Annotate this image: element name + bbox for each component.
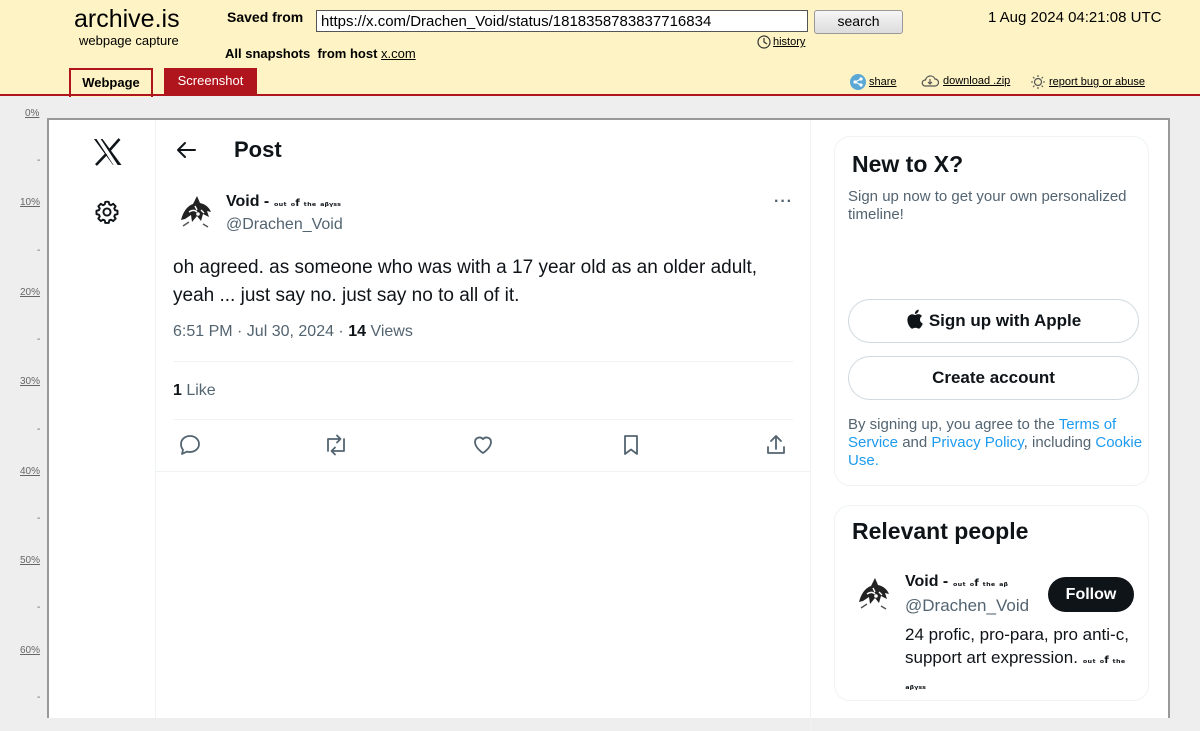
repost-icon[interactable] bbox=[323, 433, 349, 457]
likes-count: 1 bbox=[173, 382, 182, 399]
share-icon[interactable] bbox=[764, 433, 788, 457]
relevant-avatar[interactable] bbox=[851, 572, 895, 616]
terms-including: , including bbox=[1023, 434, 1096, 451]
terms-text: By signing up, you agree to the Terms of… bbox=[848, 416, 1143, 470]
url-input[interactable]: https://x.com/Drachen_Void/status/181835… bbox=[316, 10, 808, 32]
likes-link[interactable]: 1 Like bbox=[173, 382, 216, 400]
relevant-name-text: Void - bbox=[905, 573, 953, 590]
post-time[interactable]: 6:51 PM · Jul 30, 2024 · bbox=[173, 323, 348, 340]
download-link[interactable]: download .zip bbox=[920, 74, 1010, 88]
avatar[interactable] bbox=[173, 190, 217, 234]
ruler-dash: - bbox=[37, 424, 41, 435]
header-divider bbox=[0, 94, 1200, 96]
likes-label: Like bbox=[181, 382, 216, 399]
ruler-label[interactable]: 10% bbox=[20, 197, 40, 208]
search-button[interactable]: search bbox=[814, 10, 903, 34]
report-label: report bug or abuse bbox=[1049, 76, 1146, 88]
archive-header: archive.is webpage capture Saved from ht… bbox=[0, 0, 1200, 97]
ruler-label[interactable]: 40% bbox=[20, 466, 40, 477]
signup-text: Sign up now to get your own personalized… bbox=[848, 188, 1127, 223]
ruler-label[interactable]: 60% bbox=[20, 645, 40, 656]
ruler-dash: - bbox=[37, 334, 41, 345]
captured-page: Post Void - ₒᵤₜ ₒf ₜₕₑ ₐᵦᵧₛₛ @Drachen_Vo… bbox=[47, 118, 1170, 731]
ruler-label[interactable]: 20% bbox=[20, 287, 40, 298]
share-link[interactable]: share bbox=[850, 74, 897, 90]
apple-icon bbox=[907, 309, 923, 329]
relevant-name[interactable]: Void - ₒᵤₜ ₒf ₜₕₑ ₐᵦ bbox=[905, 573, 1008, 591]
reply-icon[interactable] bbox=[178, 433, 202, 457]
like-heart-icon[interactable] bbox=[471, 433, 495, 457]
privacy-link[interactable]: Privacy Policy bbox=[931, 434, 1023, 451]
author-name[interactable]: Void - ₒᵤₜ ₒf ₜₕₑ ₐᵦᵧₛₛ bbox=[226, 193, 341, 211]
ruler-dash: - bbox=[37, 692, 41, 703]
bookmark-icon[interactable] bbox=[619, 433, 643, 457]
relevant-people-card: Relevant people Void - ₒᵤₜ ₒf ₜₕₑ ₐᵦ @Dr… bbox=[834, 505, 1149, 701]
author-name-text: Void - bbox=[226, 193, 274, 210]
terms-and: and bbox=[898, 434, 932, 451]
terms-end: . bbox=[874, 452, 879, 469]
ruler-label[interactable]: 0% bbox=[25, 108, 39, 119]
saved-from-label: Saved from bbox=[227, 9, 304, 25]
signup-apple-label: Sign up with Apple bbox=[928, 311, 1082, 330]
post-meta: 6:51 PM · Jul 30, 2024 · 14 Views bbox=[173, 323, 413, 341]
divider bbox=[173, 361, 793, 362]
create-account-button[interactable]: Create account bbox=[848, 356, 1139, 400]
ruler-label[interactable]: 30% bbox=[20, 376, 40, 387]
dragon-avatar-icon bbox=[851, 572, 895, 616]
capture-date: 1 Aug 2024 04:21:08 UTC bbox=[988, 9, 1162, 26]
back-arrow-icon[interactable] bbox=[175, 140, 197, 160]
views-label: Views bbox=[366, 323, 413, 340]
post-column-empty bbox=[155, 471, 811, 731]
signup-card: New to X? Sign up now to get your own pe… bbox=[834, 136, 1149, 486]
ruler-dash: - bbox=[37, 155, 41, 166]
author-name-tail: ₒᵤₜ ₒf ₜₕₑ ₐᵦᵧₛₛ bbox=[273, 198, 341, 209]
post-column: Post Void - ₒᵤₜ ₒf ₜₕₑ ₐᵦᵧₛₛ @Drachen_Vo… bbox=[155, 120, 811, 472]
tab-webpage[interactable]: Webpage bbox=[69, 68, 153, 97]
terms-prefix: By signing up, you agree to the bbox=[848, 416, 1059, 433]
all-snapshots: All snapshots from host x.com bbox=[225, 46, 416, 61]
views-count: 14 bbox=[348, 323, 366, 340]
page-title: Post bbox=[234, 137, 282, 162]
ruler-dash: - bbox=[37, 513, 41, 524]
settings-gear-icon[interactable] bbox=[94, 199, 120, 225]
archive-logo[interactable]: archive.is bbox=[74, 5, 180, 34]
relevant-name-tail: ₒᵤₜ ₒf ₜₕₑ ₐᵦ bbox=[952, 578, 1008, 589]
cloud-download-icon bbox=[921, 75, 940, 87]
left-nav bbox=[49, 120, 156, 718]
signup-title: New to X? bbox=[852, 151, 964, 177]
host-link[interactable]: x.com bbox=[381, 46, 416, 61]
ruler-dash: - bbox=[37, 602, 41, 613]
relevant-title: Relevant people bbox=[852, 518, 1029, 544]
author-handle[interactable]: @Drachen_Void bbox=[226, 216, 343, 234]
post-text: oh agreed. as someone who was with a 17 … bbox=[173, 257, 758, 306]
clock-icon bbox=[757, 35, 771, 49]
history-link[interactable]: history bbox=[757, 35, 805, 49]
x-logo-icon[interactable] bbox=[93, 138, 123, 166]
relevant-bio: 24 profic, pro-para, pro anti-c, support… bbox=[905, 623, 1130, 698]
signup-apple-button[interactable]: Sign up with Apple bbox=[848, 299, 1139, 343]
follow-button[interactable]: Follow bbox=[1048, 577, 1134, 612]
relevant-handle[interactable]: @Drachen_Void bbox=[905, 596, 1029, 616]
share-label: share bbox=[869, 76, 897, 88]
divider bbox=[173, 419, 793, 420]
ruler-dash: - bbox=[37, 245, 41, 256]
bulb-icon bbox=[1031, 75, 1045, 89]
share-circle-icon bbox=[850, 74, 866, 90]
ruler-label[interactable]: 50% bbox=[20, 555, 40, 566]
tab-screenshot[interactable]: Screenshot bbox=[164, 68, 257, 95]
archive-logo-subtitle: webpage capture bbox=[79, 33, 179, 48]
more-options-icon[interactable]: ··· bbox=[774, 193, 793, 211]
download-label: download .zip bbox=[943, 75, 1011, 87]
all-snapshots-label: All snapshots from host bbox=[225, 46, 378, 61]
report-link[interactable]: report bug or abuse bbox=[1030, 74, 1145, 90]
dragon-avatar-icon bbox=[173, 190, 217, 234]
history-label: history bbox=[773, 36, 806, 48]
